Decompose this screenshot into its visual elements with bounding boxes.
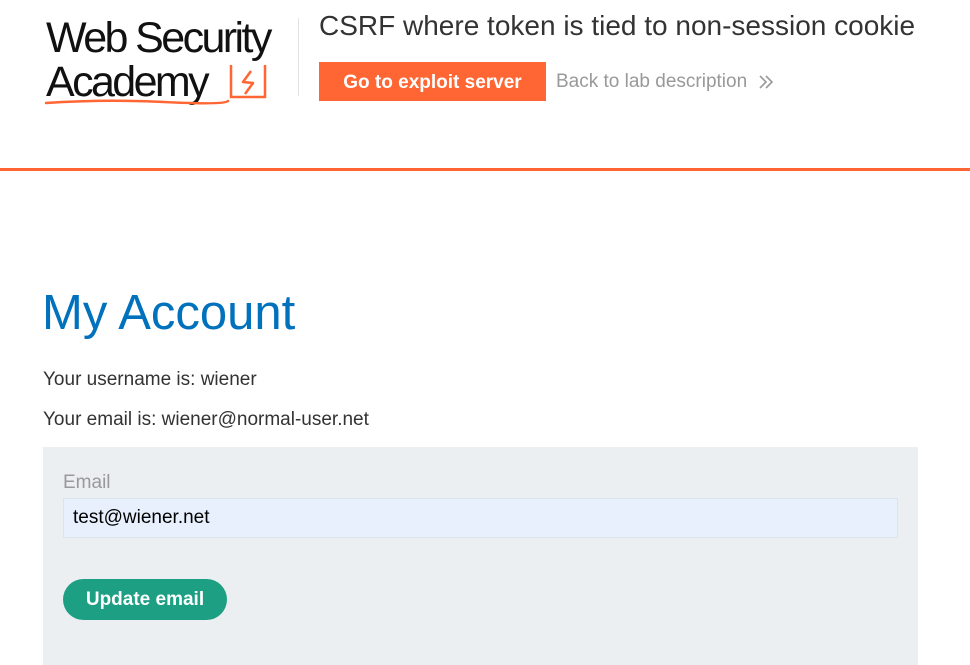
update-email-button[interactable]: Update email — [63, 579, 227, 620]
web-security-academy-logo[interactable]: Web Security Academy — [44, 14, 298, 110]
username-text: Your username is: wiener — [43, 369, 257, 390]
logo-text-line1: Web Security — [46, 14, 272, 62]
email-input[interactable] — [63, 498, 898, 538]
email-field-label: Email — [63, 472, 111, 493]
exploit-server-button[interactable]: Go to exploit server — [319, 62, 546, 101]
logo-underline-swoosh — [44, 99, 230, 105]
header-divider — [298, 18, 299, 96]
flask-icon — [229, 65, 267, 99]
back-to-lab-description-link[interactable]: Back to lab description — [556, 70, 774, 94]
back-link-label: Back to lab description — [556, 71, 748, 92]
lab-title: CSRF where token is tied to non-session … — [319, 10, 916, 41]
double-chevron-right-icon — [759, 75, 774, 89]
change-email-form: Email Update email — [43, 447, 918, 665]
page-title: My Account — [42, 286, 296, 340]
header-orange-rule — [0, 168, 970, 171]
email-text: Your email is: wiener@normal-user.net — [43, 409, 369, 430]
header: Web Security Academy CSRF where token is… — [0, 0, 970, 168]
